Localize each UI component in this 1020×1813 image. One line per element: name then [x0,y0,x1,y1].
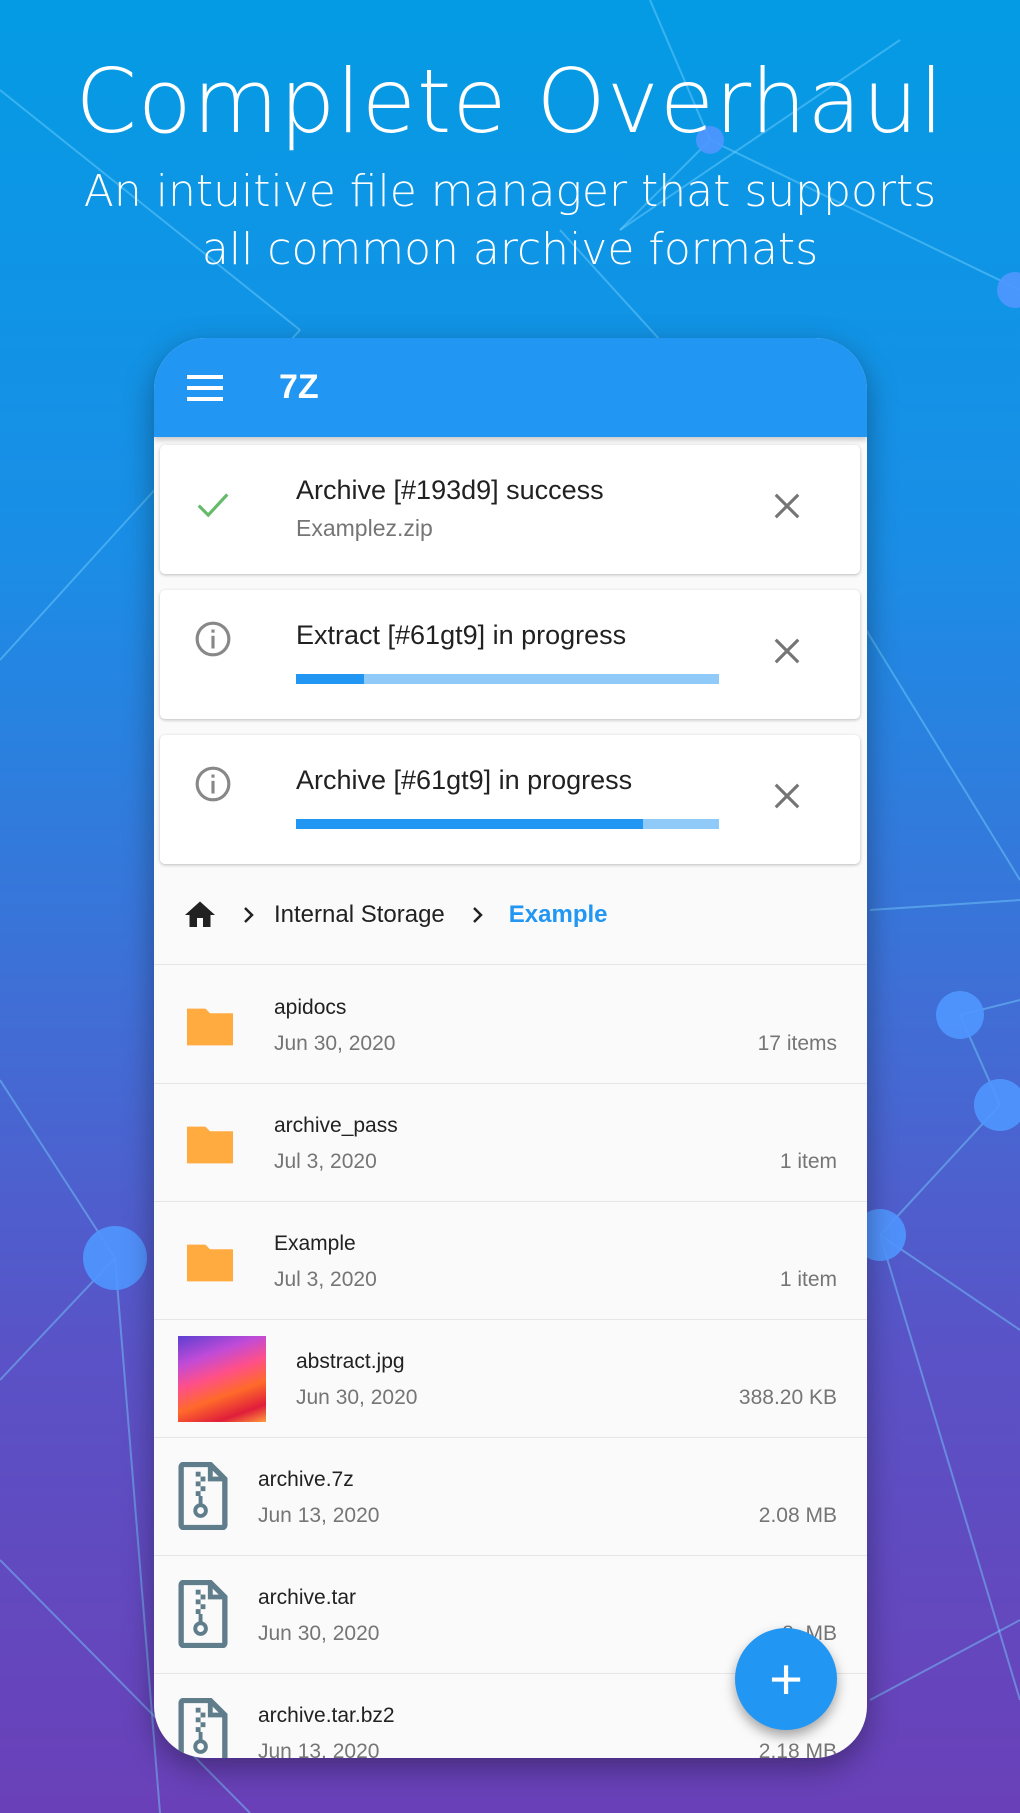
folder-icon [187,1126,233,1164]
notification-card: Extract [#61gt9] in progress [160,590,860,719]
file-row[interactable]: Example Jul 3, 2020 1 item [154,1202,867,1320]
image-thumbnail [178,1336,266,1422]
breadcrumb-current[interactable]: Example [509,901,608,929]
file-name: archive.tar.bz2 [258,1704,395,1727]
hero-subtitle-line1: An intuitive file manager that supports [83,166,937,217]
notification-title: Extract [#61gt9] in progress [296,620,627,650]
file-name: archive_pass [274,1114,398,1137]
file-date: Jun 30, 2020 [274,1032,396,1055]
chevron-right-icon [472,906,483,923]
file-name: abstract.jpg [296,1350,405,1373]
breadcrumb-item[interactable]: Internal Storage [274,901,445,929]
file-size: 17 items [757,1032,837,1055]
phone-screen: 7Z Archive [#193d9] success Examplez.zip… [154,338,867,1758]
file-size: 2.08 MB [758,1504,837,1527]
app-title: 7Z [279,368,319,406]
info-icon [195,621,231,657]
check-icon [197,493,229,518]
file-date: Jun 13, 2020 [258,1740,380,1758]
chevron-right-icon [244,906,254,923]
add-button[interactable]: + [735,1628,837,1730]
hero-title: Complete Overhaul [75,50,945,153]
file-date: Jun 13, 2020 [258,1504,380,1527]
file-size: 2.18 MB [758,1740,837,1758]
file-date: Jul 3, 2020 [274,1268,377,1291]
progress-bar [296,819,719,829]
file-name: apidocs [274,996,347,1019]
close-icon[interactable] [772,636,802,666]
close-icon[interactable] [772,781,802,811]
hamburger-menu-icon[interactable] [187,374,223,401]
folder-icon [187,1244,233,1282]
home-icon[interactable] [182,897,218,933]
file-name: archive.tar [258,1586,357,1609]
file-row[interactable]: abstract.jpg Jun 30, 2020 388.20 KB [154,1320,867,1438]
notification-card: Archive [#61gt9] in progress [160,735,860,864]
breadcrumb: Internal Storage Example [154,865,867,965]
file-name: archive.7z [258,1468,354,1491]
info-icon [195,766,231,802]
file-date: Jun 30, 2020 [296,1386,418,1409]
file-date: Jun 30, 2020 [258,1622,380,1645]
file-name: Example [274,1232,356,1255]
file-row[interactable]: apidocs Jun 30, 2020 17 items [154,966,867,1084]
notification-title: Archive [#61gt9] in progress [296,765,633,795]
file-row[interactable]: archive.7z Jun 13, 2020 2.08 MB [154,1438,867,1556]
archive-file-icon [178,1580,228,1648]
close-icon[interactable] [772,491,802,521]
progress-bar [296,674,719,684]
file-size: 1 item [779,1268,837,1291]
archive-file-icon [178,1698,228,1758]
notification-subtitle: Examplez.zip [296,515,433,541]
hero-subtitle-line2: all common archive formats [201,224,819,275]
app-bar: 7Z [154,338,867,437]
file-size: 1 item [779,1150,837,1173]
notification-title: Archive [#193d9] success [296,475,604,505]
archive-file-icon [178,1462,228,1530]
file-size: 388.20 KB [738,1386,837,1409]
folder-icon [187,1008,233,1046]
file-date: Jul 3, 2020 [274,1150,377,1173]
hero-subtitle: An intuitive file manager that supports … [0,163,1020,279]
notification-card: Archive [#193d9] success Examplez.zip [160,445,860,574]
file-row[interactable]: archive_pass Jul 3, 2020 1 item [154,1084,867,1202]
